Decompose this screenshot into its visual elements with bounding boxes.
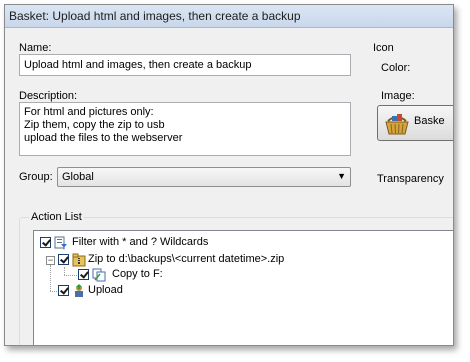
tree-item[interactable]: Filter with * and ? Wildcards <box>40 236 340 250</box>
name-input[interactable]: Upload html and images, then create a ba… <box>19 54 351 76</box>
transparency-label: Transparency <box>377 173 444 185</box>
zip-icon <box>72 253 86 267</box>
tree-item[interactable]: Zip to d:\backups\<current datetime>.zip <box>58 253 378 267</box>
group-label: Group: <box>19 171 53 183</box>
tree-connector <box>50 265 52 291</box>
tree-item-label: Copy to F: <box>112 268 163 280</box>
upload-icon <box>75 284 83 297</box>
description-line: Zip them, copy the zip to usb <box>24 119 165 131</box>
image-button[interactable]: Baske <box>377 105 453 141</box>
tree-item-label: Zip to d:\backups\<current datetime>.zip <box>88 253 285 265</box>
group-selected: Global <box>62 171 94 183</box>
action-list-label: Action List <box>29 211 84 223</box>
description-textarea[interactable]: For html and pictures only: Zip them, co… <box>19 102 351 156</box>
checkbox[interactable] <box>40 237 51 248</box>
tree-item-label: Upload <box>88 284 123 296</box>
description-line: For html and pictures only: <box>24 106 154 118</box>
tree-connector <box>64 275 77 277</box>
chevron-down-icon: ▼ <box>337 171 346 181</box>
icon-label: Icon <box>373 42 394 54</box>
description-label: Description: <box>19 90 78 102</box>
group-select[interactable]: Global ▼ <box>57 167 351 187</box>
tree-item-label: Filter with * and ? Wildcards <box>72 236 209 248</box>
action-tree[interactable]: Filter with * and ? Wildcards − Zip to d… <box>33 230 453 345</box>
checkbox[interactable] <box>58 285 69 296</box>
filter-icon <box>54 236 67 250</box>
checkbox[interactable] <box>58 254 69 265</box>
collapse-toggle-icon[interactable]: − <box>46 256 55 265</box>
color-label: Color: <box>381 62 411 74</box>
checkbox[interactable] <box>78 269 89 280</box>
title-bar: Basket: Upload html and images, then cre… <box>5 5 453 28</box>
image-button-label: Baske <box>414 115 445 127</box>
basket-icon <box>385 114 409 135</box>
image-label: Image: <box>381 90 415 102</box>
tree-item[interactable]: Copy to F: <box>78 268 278 282</box>
copy-icon <box>92 268 106 282</box>
name-label: Name: <box>19 42 52 54</box>
window-title: Basket: Upload html and images, then cre… <box>9 9 301 23</box>
tree-item[interactable]: Upload <box>58 284 258 298</box>
description-line: upload the files to the webserver <box>24 132 183 144</box>
basket-dialog: Basket: Upload html and images, then cre… <box>4 4 454 346</box>
tree-connector <box>64 267 66 275</box>
name-value: Upload html and images, then create a ba… <box>24 59 252 71</box>
tree-connector <box>50 291 57 293</box>
